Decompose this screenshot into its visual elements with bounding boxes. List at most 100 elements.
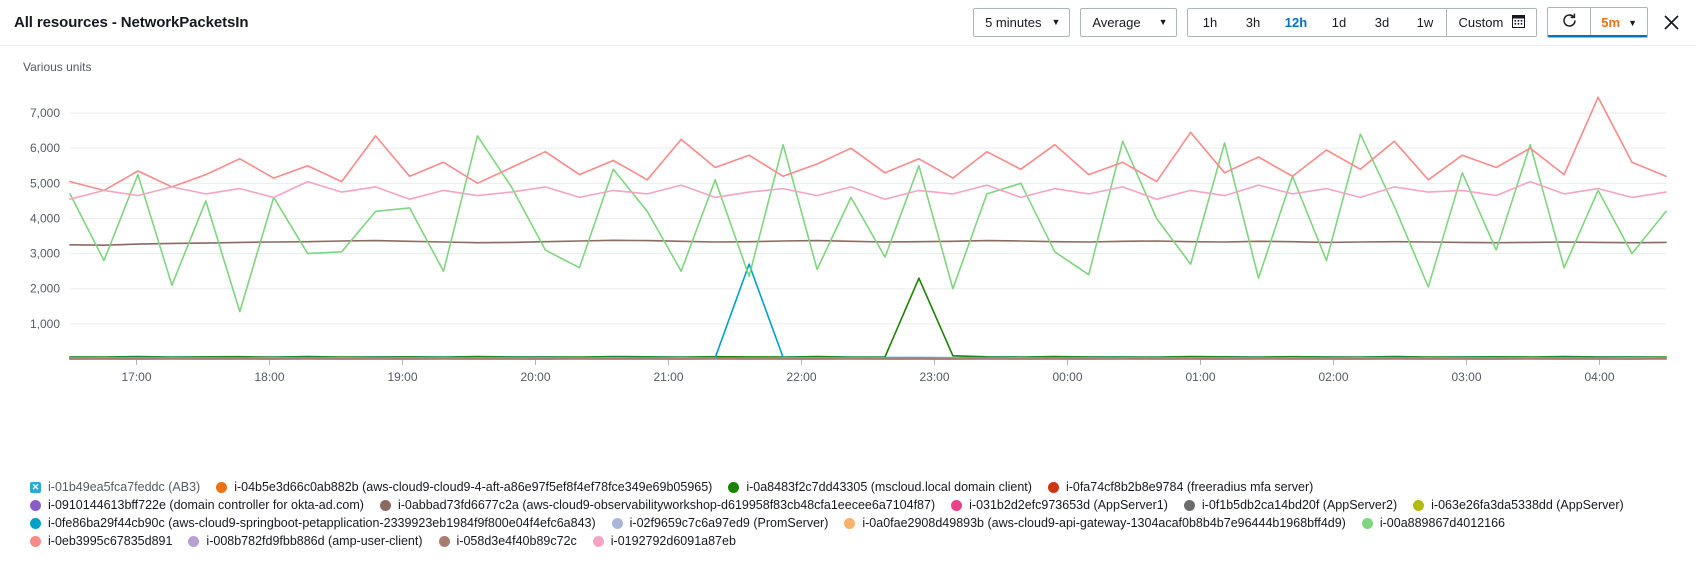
legend-item-label: i-00a889867d4012166	[1379, 516, 1505, 530]
legend-item[interactable]: ✕ i-01b49ea5fca7feddc (AB3)	[30, 478, 200, 496]
metric-widget: All resources - NetworkPacketsIn 5 minut…	[0, 0, 1696, 568]
range-button-1h[interactable]: 1h	[1188, 9, 1232, 36]
legend-color-swatch	[728, 481, 740, 493]
x-tick-label: 04:00	[1584, 370, 1614, 384]
range-button-1d[interactable]: 1d	[1317, 9, 1361, 36]
legend-item[interactable]: i-031b2d2efc973653d (AppServer1)	[951, 496, 1168, 514]
y-tick-label: 3,000	[30, 247, 60, 261]
legend-color-swatch	[1047, 481, 1059, 493]
series-line[interactable]	[69, 277, 1667, 358]
range-button-12h[interactable]: 12h	[1274, 9, 1318, 36]
legend-item-label: i-0f1b5db2ca14bd20f (AppServer2)	[1201, 498, 1398, 512]
legend-item-label: i-0a8483f2c7dd43305 (mscloud.local domai…	[746, 480, 1032, 494]
statistic-select[interactable]: Average ▼	[1080, 8, 1178, 37]
y-tick-label: 5,000	[30, 176, 60, 190]
widget-header: All resources - NetworkPacketsIn 5 minut…	[0, 0, 1696, 46]
x-tick-label: 00:00	[1052, 370, 1082, 384]
legend-color-swatch	[592, 535, 604, 547]
legend-item[interactable]: i-008b782fd9fbb886d (amp-user-client)	[188, 532, 423, 550]
chevron-down-icon: ▼	[1628, 17, 1637, 28]
legend-color-swatch	[844, 517, 856, 529]
series-line[interactable]	[69, 180, 1667, 200]
legend-item-label: i-02f9659c7c6a97ed9 (PromServer)	[629, 516, 829, 530]
series-line[interactable]	[69, 96, 1667, 192]
x-tick-label: 19:00	[387, 370, 417, 384]
legend-item-label: i-01b49ea5fca7feddc (AB3)	[48, 480, 201, 494]
series-line[interactable]	[69, 263, 1667, 359]
x-tick-label: 18:00	[254, 370, 284, 384]
legend-color-swatch	[1183, 499, 1195, 511]
legend-item[interactable]: i-0fa74cf8b2b8e9784 (freeradius mfa serv…	[1047, 478, 1314, 496]
calendar-icon	[1512, 14, 1526, 31]
refresh-icon	[1561, 12, 1578, 34]
range-button-1w[interactable]: 1w	[1403, 9, 1447, 36]
refresh-button[interactable]	[1548, 8, 1592, 37]
legend-item[interactable]: i-04b5e3d66c0ab882b (aws-cloud9-cloud9-4…	[216, 478, 712, 496]
legend-item-label: i-0abbad73fd6677c2a (aws-cloud9-observab…	[397, 498, 936, 512]
x-tick-label: 23:00	[919, 370, 949, 384]
legend-item[interactable]: i-063e26fa3da5338dd (AppServer)	[1413, 496, 1624, 514]
legend-color-swatch	[30, 517, 41, 529]
refresh-interval-label: 5m	[1601, 15, 1621, 30]
legend-item[interactable]: i-0abbad73fd6677c2a (aws-cloud9-observab…	[379, 496, 936, 514]
x-tick-label: 22:00	[786, 370, 816, 384]
y-tick-label: 6,000	[30, 141, 60, 155]
header-controls: 5 minutes ▼ Average ▼ 1h 3h 12h 1d 3d 1w…	[973, 7, 1682, 38]
chart-area: Various units 1,000 2,000 3,000 4,000 5,000 6…	[0, 46, 1696, 406]
refresh-interval-select[interactable]: 5m ▼	[1591, 8, 1647, 37]
series-line[interactable]	[69, 239, 1667, 246]
refresh-group: 5m ▼	[1547, 7, 1648, 38]
legend-item[interactable]: i-0fe86ba29f44cb90c (aws-cloud9-springbo…	[30, 514, 596, 532]
legend-color-swatch	[611, 517, 623, 529]
x-tick-label: 03:00	[1451, 370, 1481, 384]
y-tick-label: 1,000	[30, 317, 60, 331]
page-title: All resources - NetworkPacketsIn	[14, 14, 249, 31]
legend-color-swatch	[1361, 517, 1373, 529]
legend-item-label: i-031b2d2efc973653d (AppServer1)	[969, 498, 1168, 512]
y-tick-label: 2,000	[30, 282, 60, 296]
x-tick-label: 21:00	[653, 370, 683, 384]
legend-item[interactable]: i-0eb3995c67835d891	[30, 532, 172, 550]
range-button-custom[interactable]: Custom	[1446, 9, 1537, 36]
legend-item[interactable]: i-058d3e4f40b89c72c	[438, 532, 577, 550]
legend-item[interactable]: i-0f1b5db2ca14bd20f (AppServer2)	[1183, 496, 1398, 514]
legend-item[interactable]: i-00a889867d4012166	[1361, 514, 1505, 532]
x-tick-label: 02:00	[1318, 370, 1348, 384]
legend-color-swatch	[379, 499, 391, 511]
legend-color-swatch	[951, 499, 963, 511]
legend-disabled-icon: ✕	[30, 481, 41, 493]
close-icon	[1663, 15, 1679, 30]
legend-color-swatch	[438, 535, 450, 547]
legend-item[interactable]: i-0192792d6091a87eb	[592, 532, 736, 550]
metric-line-chart[interactable]: 1,000 2,000 3,000 4,000 5,000 6,000 7,000 17:00…	[0, 46, 1696, 406]
chart-legend: ✕ i-01b49ea5fca7feddc (AB3) i-04b5e3d66c0a…	[0, 478, 1696, 550]
range-button-3d[interactable]: 3d	[1360, 9, 1404, 36]
legend-item-label: i-063e26fa3da5338dd (AppServer)	[1431, 498, 1624, 512]
x-tick-label: 20:00	[520, 370, 550, 384]
legend-color-swatch	[30, 499, 41, 511]
y-tick-label: 7,000	[30, 106, 60, 120]
time-range-group: 1h 3h 12h 1d 3d 1w Custom	[1187, 8, 1538, 37]
chevron-down-icon: ▼	[1158, 17, 1168, 27]
legend-item[interactable]: i-0a0fae2908d49893b (aws-cloud9-api-gate…	[844, 514, 1346, 532]
legend-item-label: i-0eb3995c67835d891	[48, 534, 173, 548]
legend-color-swatch	[216, 481, 228, 493]
legend-item[interactable]: i-02f9659c7c6a97ed9 (PromServer)	[611, 514, 829, 532]
legend-item-label: i-0a0fae2908d49893b (aws-cloud9-api-gate…	[862, 516, 1346, 530]
legend-color-swatch	[188, 535, 200, 547]
legend-item-label: i-0fa74cf8b2b8e9784 (freeradius mfa serv…	[1065, 480, 1314, 494]
close-button[interactable]	[1660, 12, 1682, 34]
chevron-down-icon: ▼	[1051, 17, 1061, 27]
period-select[interactable]: 5 minutes ▼	[973, 8, 1071, 37]
x-tick-label: 01:00	[1185, 370, 1215, 384]
legend-item[interactable]: i-0a8483f2c7dd43305 (mscloud.local domai…	[728, 478, 1032, 496]
legend-item-label: i-0192792d6091a87eb	[610, 534, 736, 548]
legend-color-swatch	[30, 535, 41, 547]
range-button-3h[interactable]: 3h	[1231, 9, 1275, 36]
y-tick-label: 4,000	[30, 211, 60, 225]
statistic-select-label: Average	[1092, 15, 1141, 30]
legend-item-label: i-008b782fd9fbb886d (amp-user-client)	[206, 534, 423, 548]
legend-item-label: i-0910144613bff722e (domain controller f…	[48, 498, 364, 512]
period-select-label: 5 minutes	[985, 15, 1042, 30]
legend-item[interactable]: i-0910144613bff722e (domain controller f…	[30, 496, 364, 514]
